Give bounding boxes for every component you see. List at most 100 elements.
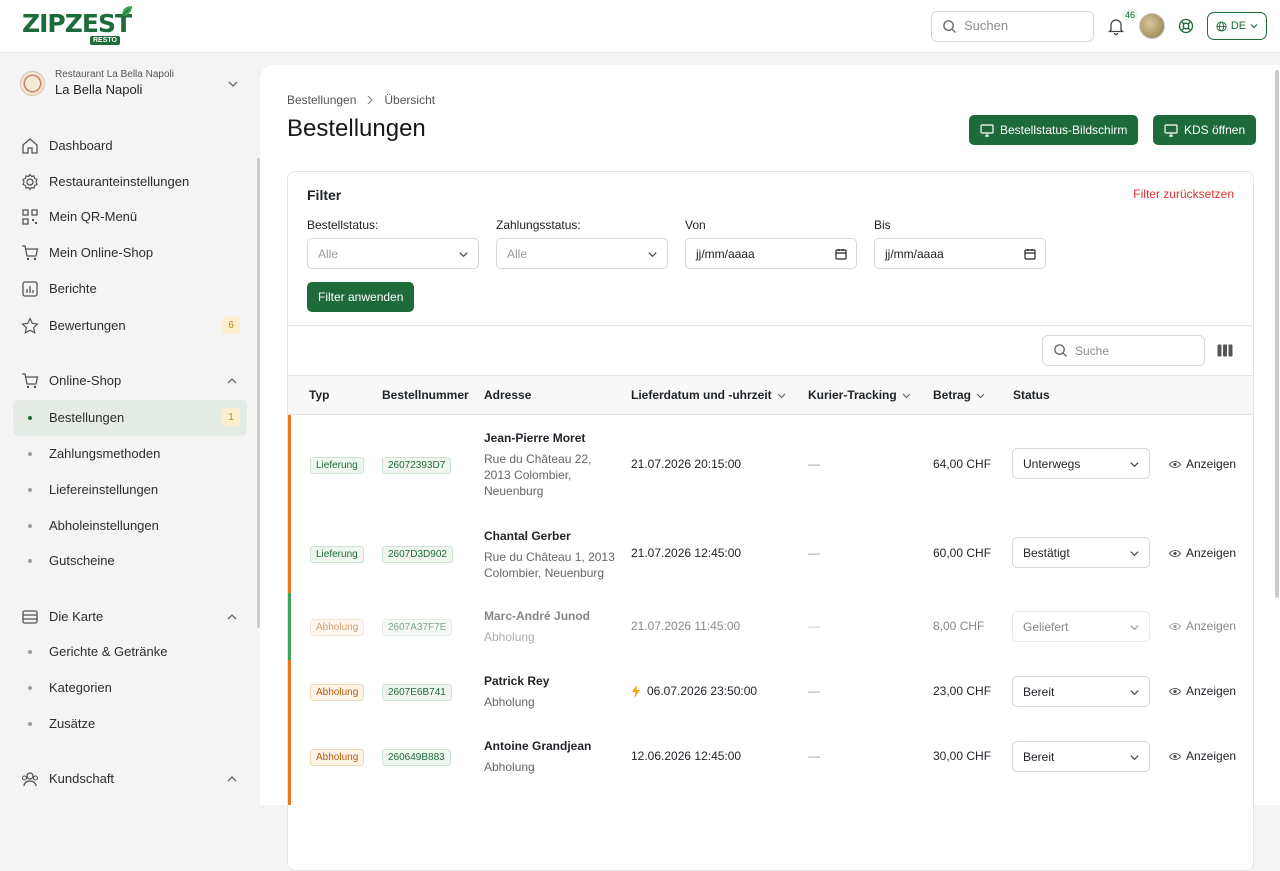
order-amount: 60,00 CHF — [933, 546, 992, 560]
order-number[interactable]: 2607E6B741 — [382, 684, 452, 701]
language-select[interactable]: DE — [1207, 12, 1267, 40]
column-header-address: Adresse — [484, 388, 531, 402]
search-icon — [943, 20, 957, 34]
support-icon[interactable] — [1178, 18, 1194, 34]
table-header: Typ Bestellnummer Adresse Lieferdatum un… — [288, 375, 1253, 415]
column-header-delivery-datetime[interactable]: Lieferdatum und -uhrzeit — [631, 388, 786, 402]
chevron-up-icon — [227, 614, 237, 620]
status-select[interactable]: Bereit — [1012, 741, 1150, 772]
column-header-status: Status — [1013, 388, 1050, 402]
sidebar-item-online-shop-settings[interactable]: Mein Online-Shop — [0, 235, 260, 271]
eye-icon — [1169, 752, 1181, 760]
customer-address: Rue du Château 1, 2013 Colombier, Neuenb… — [484, 549, 615, 581]
sidebar-item-restaurant-settings[interactable]: Restauranteinstellungen — [0, 164, 260, 200]
table-row[interactable]: Abholung 260649B883 Antoine Grandjean Ab… — [288, 725, 1253, 805]
view-order-button[interactable]: Anzeigen — [1169, 749, 1236, 763]
table-row[interactable]: Abholung 2607A37F7E Marc-André Junod Abh… — [288, 593, 1253, 660]
view-order-button[interactable]: Anzeigen — [1169, 457, 1236, 471]
column-header-number: Bestellnummer — [382, 388, 469, 402]
order-number[interactable]: 26072393D7 — [382, 457, 452, 474]
sidebar-item-vouchers[interactable]: Gutscheine — [0, 543, 260, 579]
global-search[interactable] — [931, 11, 1094, 42]
order-number[interactable]: 2607A37F7E — [382, 619, 453, 636]
bullet-dot — [28, 722, 32, 726]
order-number[interactable]: 2607D3D902 — [382, 546, 453, 563]
sidebar-item-dashboard[interactable]: Dashboard — [0, 128, 260, 164]
column-header-amount[interactable]: Betrag — [933, 388, 985, 402]
calendar-icon[interactable] — [835, 248, 847, 260]
eye-icon — [1169, 622, 1181, 630]
eye-icon — [1169, 460, 1181, 468]
status-value: Unterwegs — [1023, 456, 1081, 471]
courier-tracking: — — [808, 684, 820, 698]
date-to-label: Bis — [874, 218, 891, 232]
columns-icon[interactable] — [1217, 344, 1233, 357]
row-status-bar — [288, 415, 291, 513]
table-search[interactable]: Suche — [1042, 335, 1205, 366]
status-select[interactable]: Bereit — [1012, 676, 1150, 707]
column-header-courier-tracking[interactable]: Kurier-Tracking — [808, 388, 911, 402]
payment-status-select[interactable]: Alle — [496, 238, 668, 269]
sidebar-item-pickup-settings[interactable]: Abholeinstellungen — [0, 508, 260, 544]
sidebar-item-label: Mein Online-Shop — [49, 245, 154, 260]
bullet-dot — [28, 524, 32, 528]
address-line: 2013 Colombier, — [484, 468, 572, 482]
column-header-label: Status — [1013, 388, 1050, 402]
sidebar-section-customers[interactable]: Kundschaft — [0, 761, 260, 797]
sidebar-item-payment-methods[interactable]: Zahlungsmethoden — [0, 436, 260, 472]
restaurant-switcher[interactable]: Restaurant La Bella Napoli La Bella Napo… — [20, 69, 245, 105]
sidebar-section-label: Online-Shop — [49, 373, 122, 388]
table-row[interactable]: Lieferung 26072393D7 Jean-Pierre Moret R… — [288, 415, 1253, 513]
breadcrumb-parent[interactable]: Bestellungen — [287, 93, 356, 107]
status-select[interactable]: Bestätigt — [1012, 537, 1150, 568]
courier-tracking: — — [808, 457, 820, 471]
restaurant-avatar — [20, 71, 45, 96]
view-order-button[interactable]: Anzeigen — [1169, 546, 1236, 560]
view-order-button[interactable]: Anzeigen — [1169, 684, 1236, 698]
row-status-bar — [288, 513, 291, 593]
chevron-down-icon — [1130, 551, 1139, 557]
cart-icon — [22, 245, 39, 261]
order-amount: 30,00 CHF — [933, 749, 992, 763]
chevron-up-icon — [227, 776, 237, 782]
order-status-select[interactable]: Alle — [307, 238, 479, 269]
sidebar-item-orders[interactable]: Bestellungen 1 — [13, 400, 247, 436]
table-row[interactable]: Lieferung 2607D3D902 Chantal Gerber Rue … — [288, 513, 1253, 593]
language-label: DE — [1230, 20, 1247, 32]
sidebar-item-delivery-settings[interactable]: Liefereinstellungen — [0, 472, 260, 508]
status-select[interactable]: Geliefert — [1012, 611, 1150, 642]
sidebar-item-categories[interactable]: Kategorien — [0, 670, 260, 706]
table-row[interactable]: Abholung 2607E6B741 Patrick Rey Abholung… — [288, 660, 1253, 725]
page-scrollbar[interactable] — [1275, 70, 1279, 598]
sidebar-item-dishes-drinks[interactable]: Gerichte & Getränke — [0, 634, 260, 670]
order-number[interactable]: 260649B883 — [382, 749, 451, 766]
sidebar-item-label: Dashboard — [49, 138, 113, 153]
sidebar-item-qr-menu[interactable]: Mein QR-Menü — [0, 199, 260, 235]
global-search-input[interactable] — [964, 18, 1084, 33]
chevron-down-icon — [459, 252, 468, 258]
sidebar-item-extras[interactable]: Zusätze — [0, 706, 260, 742]
sidebar-item-reviews[interactable]: Bewertungen 6 — [0, 308, 260, 344]
calendar-icon[interactable] — [1024, 248, 1036, 260]
date-from-input[interactable]: jj/mm/aaaa — [685, 238, 857, 269]
order-status-screen-button[interactable]: Bestellstatus-Bildschirm — [969, 115, 1139, 145]
user-avatar[interactable] — [1139, 13, 1165, 39]
status-select[interactable]: Unterwegs — [1012, 448, 1150, 479]
zipzest-logo[interactable]: ZIPZEST RESTO — [22, 6, 142, 48]
order-status-value: Alle — [318, 246, 339, 261]
sidebar-section-online-shop[interactable]: Online-Shop — [0, 363, 260, 399]
sidebar-section-menu[interactable]: Die Karte — [0, 599, 260, 635]
view-order-button[interactable]: Anzeigen — [1169, 619, 1236, 633]
order-type-tag: Lieferung — [310, 457, 364, 474]
row-status-bar — [288, 660, 291, 725]
open-kds-button[interactable]: KDS öffnen — [1153, 115, 1257, 145]
monitor-icon — [980, 123, 994, 137]
date-to-input[interactable]: jj/mm/aaaa — [874, 238, 1046, 269]
chevron-down-icon — [1130, 462, 1139, 468]
bullet-dot — [28, 686, 32, 690]
filter-reset-link[interactable]: Filter zurücksetzen — [1133, 187, 1234, 201]
customer-name: Patrick Rey — [484, 674, 550, 688]
reviews-count-badge: 6 — [222, 316, 240, 334]
apply-filter-button[interactable]: Filter anwenden — [307, 282, 415, 312]
sidebar-item-reports[interactable]: Berichte — [0, 271, 260, 307]
